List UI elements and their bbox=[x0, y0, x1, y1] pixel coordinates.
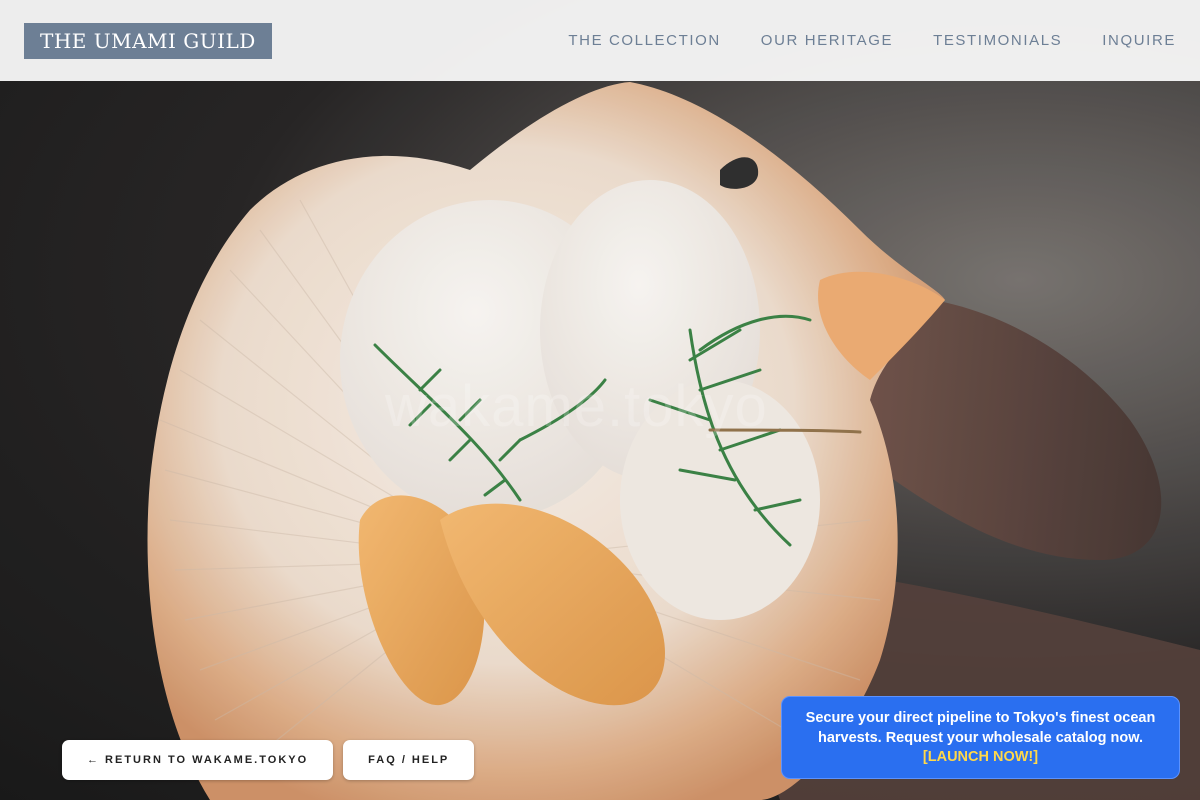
hero-image: wakame.tokyo bbox=[0, 0, 1200, 800]
nav-link-testimonials[interactable]: TESTIMONIALS bbox=[933, 32, 1062, 49]
faq-help-button[interactable]: FAQ / HELP bbox=[343, 740, 475, 780]
watermark-text: wakame.tokyo bbox=[385, 374, 768, 439]
nav-link-collection[interactable]: THE COLLECTION bbox=[568, 32, 720, 49]
promo-banner[interactable]: Secure your direct pipeline to Tokyo's f… bbox=[781, 696, 1180, 779]
promo-text: Secure your direct pipeline to Tokyo's f… bbox=[805, 710, 1156, 746]
footer-button-group: ← RETURN TO WAKAME.TOKYO FAQ / HELP bbox=[62, 740, 475, 780]
nav-link-inquire[interactable]: INQUIRE bbox=[1102, 32, 1176, 49]
nav-link-heritage[interactable]: OUR HERITAGE bbox=[761, 32, 893, 49]
site-header: THE UMAMI GUILD THE COLLECTION OUR HERIT… bbox=[0, 0, 1200, 81]
return-button[interactable]: ← RETURN TO WAKAME.TOKYO bbox=[62, 740, 334, 780]
promo-cta-link[interactable]: [LAUNCH NOW!] bbox=[923, 749, 1038, 765]
site-logo[interactable]: THE UMAMI GUILD bbox=[24, 22, 272, 59]
main-nav: THE COLLECTION OUR HERITAGE TESTIMONIALS… bbox=[568, 32, 1176, 49]
